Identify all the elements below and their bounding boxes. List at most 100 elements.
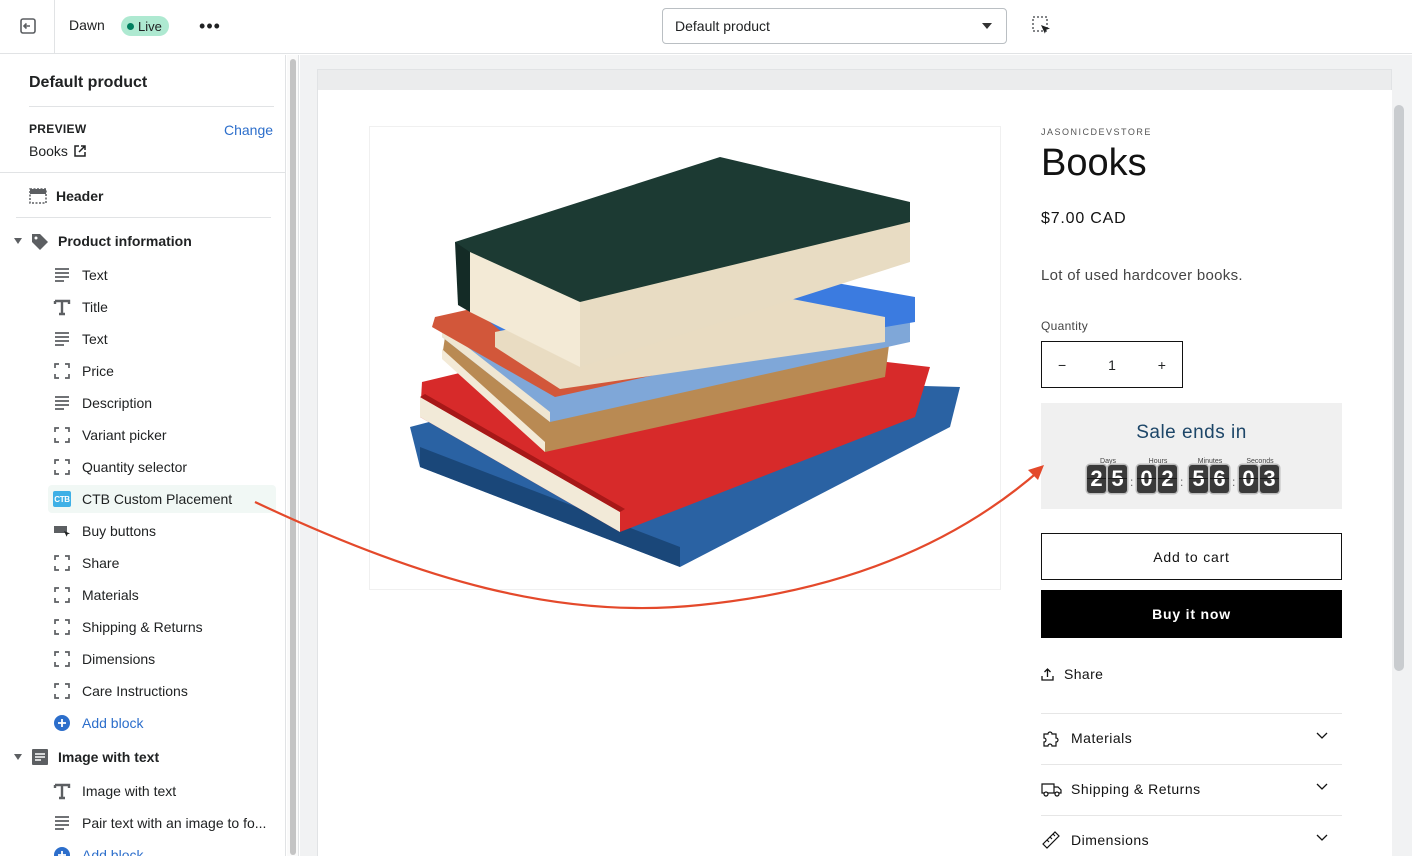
block-item[interactable]: Dimensions [48, 645, 276, 673]
countdown-digit: 2 [1087, 465, 1106, 493]
countdown-group-hours: Hours 0 2 [1137, 458, 1179, 493]
text-icon [52, 393, 72, 413]
quantity-input[interactable]: 1 [1108, 357, 1116, 373]
template-select-value: Default product [675, 18, 770, 34]
truck-icon [1041, 780, 1063, 798]
quantity-label: Quantity [1041, 319, 1089, 333]
accordion-dimensions[interactable]: Dimensions [1041, 820, 1342, 856]
accordion-materials[interactable]: Materials [1041, 718, 1342, 758]
image-with-text-section-icon [30, 747, 50, 767]
accordion-label: Materials [1071, 730, 1133, 746]
add-block-button[interactable]: Add block [48, 841, 276, 856]
more-actions-button[interactable]: ••• [196, 12, 224, 40]
external-link-icon [74, 145, 86, 157]
block-item[interactable]: Title [48, 293, 276, 321]
countdown-unit-label: Seconds [1246, 458, 1274, 465]
header-section-icon [28, 186, 48, 206]
preview-label: PREVIEW [29, 122, 87, 136]
block-item[interactable]: Pair text with an image to fo... [48, 809, 276, 837]
block-icon [52, 585, 72, 605]
countdown-separator: : [1130, 475, 1134, 489]
ruler-icon [1041, 830, 1063, 850]
block-item-label: Dimensions [82, 651, 156, 667]
accordion-shipping-returns[interactable]: Shipping & Returns [1041, 769, 1342, 809]
add-block-button[interactable]: Add block [48, 709, 276, 737]
text-icon [52, 265, 72, 285]
title-icon [52, 781, 72, 801]
select-cursor-icon [1032, 16, 1050, 34]
countdown-unit-label: Hours [1148, 458, 1168, 465]
block-icon [52, 649, 72, 669]
add-to-cart-button[interactable]: Add to cart [1041, 533, 1342, 580]
section-header[interactable]: Header [28, 183, 103, 209]
collapse-triangle-icon [14, 754, 22, 760]
block-item-label: Shipping & Returns [82, 619, 203, 635]
section-image-with-text[interactable]: Image with text [14, 744, 159, 770]
block-item-label: Text [82, 267, 108, 283]
countdown-digit: 5 [1189, 465, 1208, 493]
chevron-down-icon [1316, 834, 1328, 841]
chevron-down-icon [1316, 732, 1328, 739]
sidebar-scroll-thumb[interactable] [290, 59, 296, 855]
puzzle-icon [1041, 728, 1063, 748]
block-item[interactable]: Text [48, 325, 276, 353]
text-icon [52, 329, 72, 349]
chevron-down-icon [1316, 783, 1328, 790]
caret-down-icon [982, 23, 992, 29]
countdown-timer: Sale ends in Days 2 5: Hours 0 2: Minutes 5 6: Se… [1041, 403, 1342, 509]
live-status-label: Live [138, 18, 162, 34]
block-item-label: Buy buttons [82, 523, 156, 539]
template-select[interactable]: Default product [662, 8, 1007, 44]
block-item[interactable]: Buy buttons [48, 517, 276, 545]
preview-top-strip [317, 69, 1392, 91]
countdown-unit-label: Days [1100, 458, 1116, 465]
change-preview-link[interactable]: Change [224, 122, 273, 138]
accordion-label: Dimensions [1071, 832, 1150, 848]
block-item[interactable]: Materials [48, 581, 276, 609]
accordion-divider [1041, 713, 1342, 714]
inspector-toggle-button[interactable] [1028, 12, 1056, 40]
block-item-label: Share [82, 555, 120, 571]
preview-scrollbar[interactable] [1394, 105, 1404, 671]
countdown-digit: 5 [1108, 465, 1127, 493]
block-item[interactable]: Variant picker [48, 421, 276, 449]
block-item[interactable]: Text [48, 261, 276, 289]
countdown-digit: 2 [1158, 465, 1177, 493]
tag-icon [30, 231, 50, 251]
sidebar-divider [29, 106, 274, 107]
countdown-title: Sale ends in [1136, 422, 1247, 443]
quantity-decrease-button[interactable]: − [1058, 357, 1066, 373]
block-item[interactable]: Description [48, 389, 276, 417]
countdown-group-minutes: Minutes 5 6 [1189, 458, 1231, 493]
block-item[interactable]: Share [48, 549, 276, 577]
topbar-divider [54, 0, 55, 54]
product-price: $7.00 CAD [1041, 210, 1127, 227]
quantity-increase-button[interactable]: + [1158, 357, 1166, 373]
quantity-stepper: − 1 + [1041, 341, 1183, 388]
block-item-label: Care Instructions [82, 683, 188, 699]
accordion-divider [1041, 815, 1342, 816]
preview-product[interactable]: Books [29, 143, 86, 159]
block-item[interactable]: Price [48, 357, 276, 385]
add-block-label: Add block [82, 847, 144, 856]
add-circle-icon [52, 845, 72, 856]
sidebar-scrollbar[interactable] [287, 55, 299, 856]
title-icon [52, 297, 72, 317]
block-item[interactable]: Care Instructions [48, 677, 276, 705]
block-item-label: Variant picker [82, 427, 167, 443]
share-button[interactable]: Share [1041, 666, 1103, 682]
block-item[interactable]: Shipping & Returns [48, 613, 276, 641]
block-item[interactable]: Image with text [48, 777, 276, 805]
countdown-group-seconds: Seconds 0 3 [1239, 458, 1281, 493]
block-item[interactable]: CTB CTB Custom Placement [48, 485, 276, 513]
section-product-information[interactable]: Product information [14, 228, 192, 254]
countdown-unit-label: Minutes [1197, 458, 1223, 465]
exit-editor-button[interactable] [10, 10, 46, 42]
block-item[interactable]: Quantity selector [48, 453, 276, 481]
section-product-information-label: Product information [58, 233, 192, 249]
buy-it-now-button[interactable]: Buy it now [1041, 590, 1342, 638]
sidebar-divider [16, 217, 271, 218]
product-image[interactable] [369, 126, 1001, 590]
accordion-divider [1041, 764, 1342, 765]
sidebar-title: Default product [29, 74, 148, 91]
